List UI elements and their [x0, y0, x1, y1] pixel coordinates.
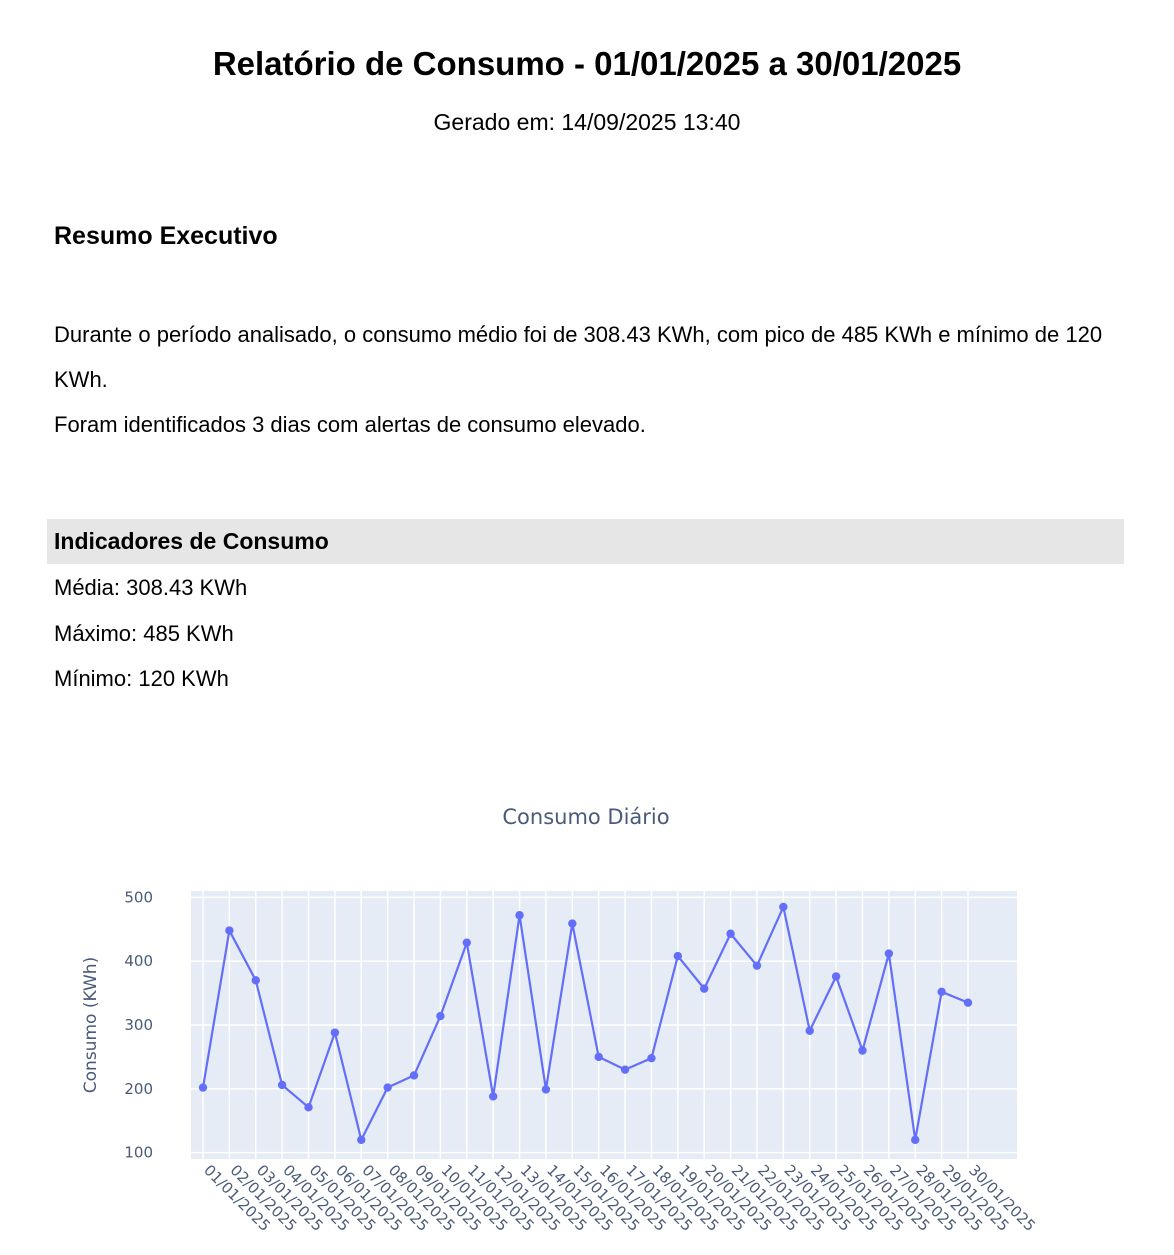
data-point — [198, 1083, 208, 1092]
data-point — [462, 938, 471, 947]
data-point — [963, 998, 973, 1007]
indicators-heading: Indicadores de Consumo — [47, 519, 1124, 564]
data-point — [858, 1046, 867, 1055]
data-point — [673, 951, 683, 961]
data-point — [700, 984, 709, 993]
data-point — [568, 919, 577, 928]
chart-title: Consumo Diário — [502, 805, 669, 829]
data-point — [383, 1083, 392, 1092]
data-point — [726, 929, 735, 938]
y-tick-labels: 100 200 300 400 500 — [124, 888, 153, 1161]
data-point — [647, 1053, 656, 1063]
data-point — [884, 949, 894, 958]
data-point — [620, 1065, 630, 1074]
executive-summary-heading: Resumo Executivo — [54, 222, 278, 250]
data-point — [541, 1085, 551, 1094]
data-point — [436, 1011, 445, 1021]
indicator-max: Máximo: 485 KWh — [54, 620, 234, 646]
y-tick-label: 400 — [124, 952, 153, 970]
y-axis-label: Consumo (KWh) — [81, 957, 101, 1093]
data-point — [937, 987, 946, 997]
data-point — [357, 1135, 366, 1145]
data-point — [251, 976, 260, 985]
indicator-min: Mínimo: 120 KWh — [54, 666, 229, 691]
chart-svg: Consumo Diário 100 200 300 400 500 01/01/202… — [81, 805, 1039, 1235]
data-point — [752, 961, 762, 970]
data-point — [515, 911, 524, 920]
y-tick-label: 100 — [124, 1144, 153, 1162]
y-tick-label: 300 — [124, 1016, 153, 1034]
x-tick-labels: 01/01/202502/01/202503/01/202504/01/2025… — [200, 1161, 1039, 1235]
data-point — [594, 1052, 603, 1062]
indicator-mean: Média: 308.43 KWh — [54, 575, 248, 600]
generated-timestamp: Gerado em: 14/09/2025 13:40 — [433, 109, 741, 135]
alerts-paragraph: Foram identificados 3 dias com alertas d… — [54, 412, 646, 437]
data-point — [409, 1071, 419, 1080]
executive-summary: Durante o período analisado, o consumo m… — [54, 312, 1134, 447]
data-point — [779, 902, 788, 912]
indicator-list: Média: 308.43 KWh Máximo: 485 KWh Mínimo… — [54, 565, 247, 702]
report-title: Relatório de Consumo - 01/01/2025 a 30/0… — [212, 45, 962, 82]
y-tick-label: 500 — [124, 888, 153, 906]
data-point — [805, 1026, 814, 1035]
summary-paragraph: Durante o período analisado, o consumo m… — [54, 322, 1103, 392]
data-point — [277, 1080, 287, 1090]
y-tick-label: 200 — [124, 1080, 153, 1098]
data-point — [330, 1028, 340, 1037]
data-point — [304, 1103, 313, 1112]
data-point — [225, 926, 234, 935]
data-point — [488, 1092, 498, 1101]
data-point — [831, 972, 841, 981]
data-point — [911, 1135, 920, 1145]
daily-consumption-chart: Consumo Diário 100 200 300 400 500 01/01/202… — [0, 790, 1174, 1255]
